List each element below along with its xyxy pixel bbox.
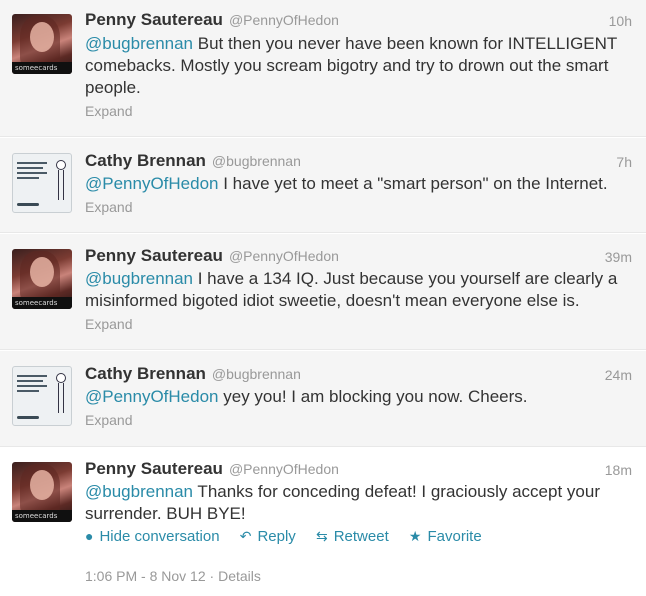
speech-bubble-icon: ●: [85, 528, 94, 544]
expand-link[interactable]: Expand: [85, 199, 132, 215]
tweet-body: I have yet to meet a "smart person" on t…: [218, 174, 608, 193]
favorite-label: Favorite: [427, 528, 482, 545]
author-name[interactable]: Penny Sautereau: [85, 246, 223, 265]
star-icon: ★: [408, 528, 422, 544]
avatar[interactable]: [12, 153, 72, 213]
author-name[interactable]: Cathy Brennan: [85, 151, 206, 170]
tweet-body: yey you! I am blocking you now. Cheers.: [218, 387, 528, 406]
tweet-item[interactable]: Cathy Brennan @bugbrennan 24m @PennyOfHed…: [0, 351, 646, 447]
tweet-timestamp[interactable]: 10h: [609, 13, 632, 29]
tweet-timestamp[interactable]: 39m: [605, 249, 632, 265]
tweet-text: @bugbrennan I have a 134 IQ. Just becaus…: [85, 268, 637, 312]
author-handle[interactable]: @PennyOfHedon: [229, 12, 339, 28]
avatar[interactable]: someecards: [12, 14, 72, 74]
tweet-text: @PennyOfHedon yey you! I am blocking you…: [85, 386, 637, 408]
tweet-item[interactable]: someecards Penny Sautereau @PennyOfHedon …: [0, 0, 646, 137]
reply-label: Reply: [257, 528, 296, 545]
retweet-label: Retweet: [333, 528, 389, 545]
reply-button[interactable]: ↶ Reply: [240, 528, 296, 545]
avatar[interactable]: [12, 366, 72, 426]
tweet-timestamp[interactable]: 7h: [616, 154, 632, 170]
favorite-button[interactable]: ★ Favorite: [409, 528, 482, 545]
tweet-item[interactable]: someecards Penny Sautereau @PennyOfHedon …: [0, 448, 646, 596]
tweet-actions: ● Hide conversation ↶ Reply ⇆ Retweet ★ Favo…: [85, 528, 498, 545]
hide-conversation-label: Hide conversation: [99, 528, 220, 545]
avatar-badge-text: someecards: [15, 512, 58, 520]
details-link[interactable]: Details: [218, 568, 261, 584]
expand-link[interactable]: Expand: [85, 103, 132, 119]
author-handle[interactable]: @PennyOfHedon: [229, 461, 339, 477]
author-handle[interactable]: @bugbrennan: [212, 366, 301, 382]
tweet-timestamp[interactable]: 24m: [605, 367, 632, 383]
retweet-button[interactable]: ⇆ Retweet: [316, 528, 389, 545]
tweet-details: 1:06 PM - 8 Nov 12 · Details: [85, 568, 261, 584]
avatar-badge-text: someecards: [15, 299, 58, 307]
tweet-timestamp[interactable]: 18m: [605, 462, 632, 478]
tweet-datetime: 1:06 PM - 8 Nov 12: [85, 568, 206, 584]
tweet-text: @PennyOfHedon I have yet to meet a "smar…: [85, 173, 637, 195]
reply-arrow-icon: ↶: [239, 528, 252, 544]
author-name[interactable]: Penny Sautereau: [85, 459, 223, 478]
tweet-item[interactable]: someecards Penny Sautereau @PennyOfHedon …: [0, 234, 646, 350]
retweet-icon: ⇆: [315, 528, 328, 544]
tweet-item[interactable]: Cathy Brennan @bugbrennan 7h @PennyOfHedo…: [0, 138, 646, 233]
mention-link[interactable]: @PennyOfHedon: [85, 387, 219, 406]
mention-link[interactable]: @bugbrennan: [85, 269, 193, 288]
tweet-text: @bugbrennan But then you never have been…: [85, 33, 637, 99]
mention-link[interactable]: @PennyOfHedon: [85, 174, 219, 193]
expand-link[interactable]: Expand: [85, 316, 132, 332]
hide-conversation-button[interactable]: ● Hide conversation: [85, 528, 220, 545]
author-handle[interactable]: @bugbrennan: [212, 153, 301, 169]
avatar-badge-text: someecards: [15, 64, 58, 72]
author-handle[interactable]: @PennyOfHedon: [229, 248, 339, 264]
mention-link[interactable]: @bugbrennan: [85, 482, 193, 501]
details-separator: ·: [209, 568, 215, 584]
mention-link[interactable]: @bugbrennan: [85, 34, 193, 53]
expand-link[interactable]: Expand: [85, 412, 132, 428]
avatar[interactable]: someecards: [12, 462, 72, 522]
tweet-text: @bugbrennan Thanks for conceding defeat!…: [85, 481, 637, 525]
avatar[interactable]: someecards: [12, 249, 72, 309]
author-name[interactable]: Cathy Brennan: [85, 364, 206, 383]
author-name[interactable]: Penny Sautereau: [85, 10, 223, 29]
